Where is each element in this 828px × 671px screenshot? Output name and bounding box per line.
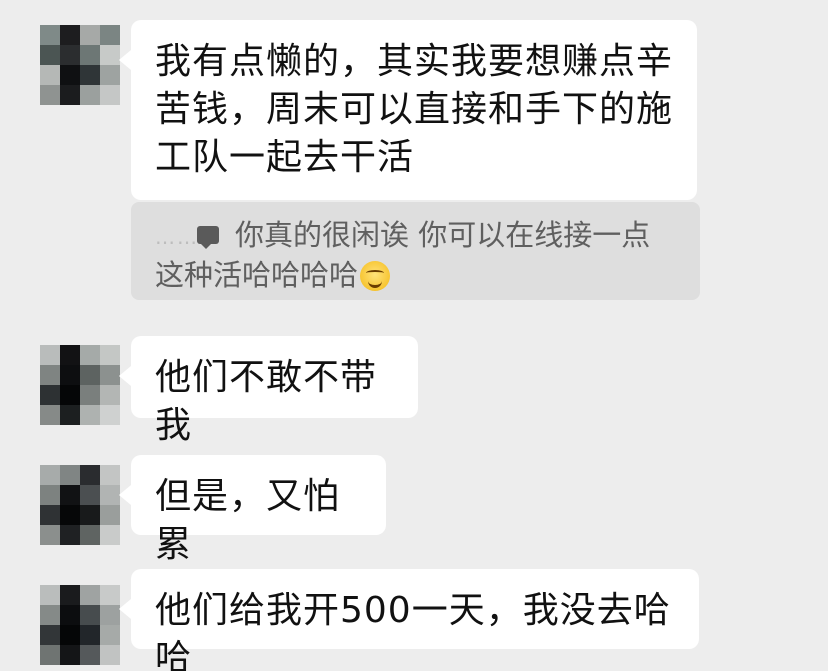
avatar[interactable] xyxy=(40,465,120,545)
avatar[interactable] xyxy=(40,585,120,665)
message-bubble[interactable]: 但是，又怕累 xyxy=(119,455,386,565)
avatar[interactable] xyxy=(40,25,120,105)
message-bubble[interactable]: 我有点懒的，其实我要想赚点辛苦钱，周末可以直接和手下的施工队一起去干活 xyxy=(119,20,697,200)
chat-window: 我有点懒的，其实我要想赚点辛苦钱，周末可以直接和手下的施工队一起去干活 …… 你真… xyxy=(0,0,828,671)
avatar[interactable] xyxy=(40,345,120,425)
message-text: 但是，又怕累 xyxy=(155,476,341,565)
quote-icon xyxy=(197,226,219,249)
quote-sender: …… xyxy=(155,225,199,249)
quoted-message[interactable]: …… 你真的很闲诶 你可以在线接一点这种活哈哈哈哈 xyxy=(131,202,700,300)
message-text: 我有点懒的，其实我要想赚点辛苦钱，周末可以直接和手下的施工队一起去干活 xyxy=(155,41,674,178)
message-bubble[interactable]: 他们给我开500一天，我没去哈哈 xyxy=(119,569,699,671)
message-bubble[interactable]: 他们不敢不带我 xyxy=(119,336,418,446)
grinning-face-emoji-icon xyxy=(360,261,391,291)
message-text: 他们给我开500一天，我没去哈哈 xyxy=(155,590,671,671)
message-text: 他们不敢不带我 xyxy=(155,357,378,446)
quote-text: 你真的很闲诶 你可以在线接一点这种活哈哈哈哈 xyxy=(155,218,651,292)
